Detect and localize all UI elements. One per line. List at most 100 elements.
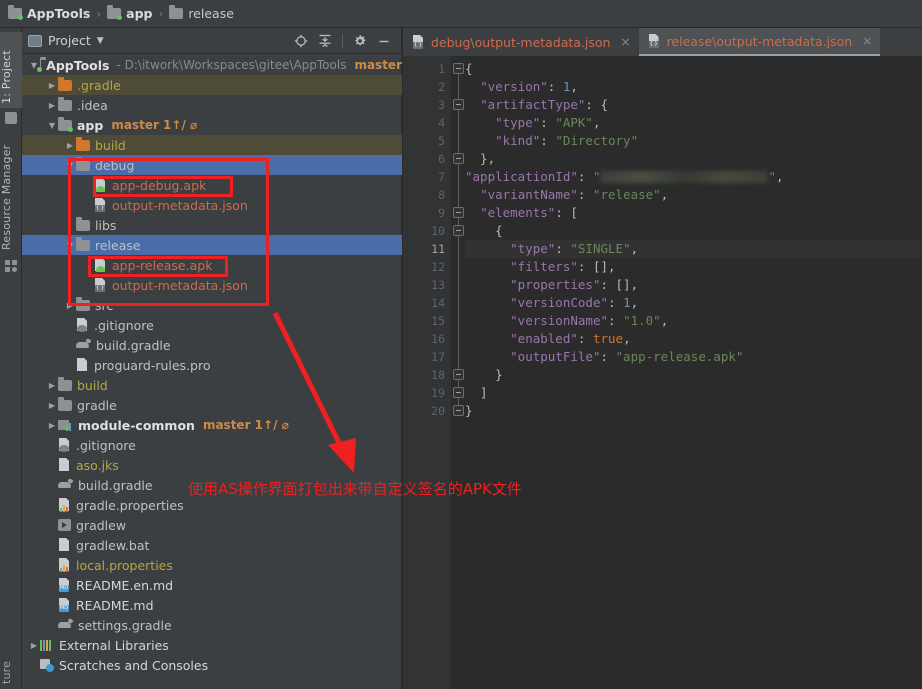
code-line[interactable]: "versionCode": 1, [465, 294, 922, 312]
tree-row-local-properties[interactable]: local.properties [22, 555, 402, 575]
fold-end-icon[interactable] [453, 369, 464, 380]
tree-row-label: gradlew.bat [76, 537, 150, 553]
text-file-icon [58, 538, 71, 552]
tree-row-readme-en-md[interactable]: MD README.en.md [22, 575, 402, 595]
tree-row-src-dir[interactable]: ▶ src [22, 295, 402, 315]
tool-window-tab-resource-manager[interactable]: Resource Manager [0, 132, 22, 254]
fold-end-icon[interactable] [453, 405, 464, 416]
tree-row-apptools-root[interactable]: ▼ AppTools - D:\itwork\Workspaces\gitee\Ap… [22, 55, 402, 75]
code-line[interactable]: "enabled": true, [465, 330, 922, 348]
tree-row-root-gitignore[interactable]: .gitignore [22, 435, 402, 455]
code-folding-column[interactable] [451, 56, 481, 689]
tree-row-scratches[interactable]: Scratches and Consoles [22, 655, 402, 675]
code-line[interactable]: }, [465, 150, 922, 168]
chevron-down-icon[interactable]: ▼ [64, 161, 76, 170]
tree-row-gradlew-bat[interactable]: gradlew.bat [22, 535, 402, 555]
fold-collapse-icon[interactable] [453, 207, 464, 218]
tree-row-debug-dir[interactable]: ▼ debug [22, 155, 402, 175]
close-icon[interactable]: × [862, 34, 872, 48]
fold-collapse-icon[interactable] [453, 99, 464, 110]
chevron-down-icon[interactable]: ▼ [64, 241, 76, 250]
tree-row-label: README.en.md [76, 577, 174, 593]
code-line[interactable]: "properties": [], [465, 276, 922, 294]
editor-tab-release-metadata[interactable]: { } release\output-metadata.json × [638, 28, 881, 56]
tool-window-tab-structure[interactable]: ture [0, 628, 22, 688]
tree-row-build-dir[interactable]: ▶ build [22, 135, 402, 155]
fold-collapse-icon[interactable] [453, 63, 464, 74]
code-line[interactable]: } [465, 402, 922, 420]
code-line[interactable]: "kind": "Directory" [465, 132, 922, 150]
code-line[interactable]: "type": "APK", [465, 114, 922, 132]
breadcrumb-item-apptools[interactable]: AppTools [8, 5, 90, 21]
chevron-right-icon[interactable]: ▶ [46, 381, 58, 390]
chevron-right-icon[interactable]: ▶ [46, 401, 58, 410]
editor-tab-debug-metadata[interactable]: { } debug\output-metadata.json × [403, 28, 639, 56]
chevron-right-icon[interactable]: ▶ [46, 101, 58, 110]
code-line[interactable]: { [465, 60, 922, 78]
breadcrumb-label: app [126, 6, 153, 21]
code-line[interactable]: "variantName": "release", [465, 186, 922, 204]
gear-icon[interactable] [353, 34, 367, 48]
tree-row-label: build [77, 377, 108, 393]
tool-window-tab-project[interactable]: 1: Project [0, 32, 22, 108]
tree-row-app-module[interactable]: ▼ app master 1↑/ ⌀ [22, 115, 402, 135]
tree-row-module-common[interactable]: ▶ module-common master 1↑/ ⌀ [22, 415, 402, 435]
code-line[interactable]: "artifactType": { [465, 96, 922, 114]
chevron-right-icon[interactable]: ▶ [28, 641, 40, 650]
tree-row-release-dir[interactable]: ▼ release [22, 235, 402, 255]
code-line[interactable]: } [465, 366, 922, 384]
chevron-right-icon[interactable]: ▶ [64, 301, 76, 310]
code-line[interactable]: ] [465, 384, 922, 402]
chevron-right-icon[interactable]: ▶ [46, 81, 58, 90]
tree-row-libs-dir[interactable]: libs [22, 215, 402, 235]
collapse-all-icon[interactable] [318, 34, 332, 48]
code-editor[interactable]: 1 2 3 4 5 6 7 8 9 10 11 12 13 14 15 16 17 18 19 20 { "versi… [403, 56, 922, 689]
chevron-right-icon[interactable]: ▶ [46, 421, 58, 430]
tree-row-readme-md[interactable]: MD README.md [22, 595, 402, 615]
chevron-down-icon[interactable]: ▼ [97, 36, 104, 46]
tree-row-app-gitignore[interactable]: .gitignore [22, 315, 402, 335]
folder-icon [76, 296, 90, 311]
code-line[interactable]: "elements": [ [465, 204, 922, 222]
code-line-text: "version": 1, [480, 79, 578, 94]
tree-row-root-build-dir[interactable]: ▶ build [22, 375, 402, 395]
tree-row-aso-jks[interactable]: aso.jks [22, 455, 402, 475]
fold-end-icon[interactable] [453, 153, 464, 164]
fold-collapse-icon[interactable] [453, 225, 464, 236]
tree-row-gradle-wrapper[interactable]: ▶ gradle [22, 395, 402, 415]
minimize-icon[interactable] [377, 34, 391, 48]
locate-icon[interactable] [294, 34, 308, 48]
close-icon[interactable]: × [620, 35, 630, 49]
tree-row-app-debug-apk[interactable]: app-debug.apk [22, 175, 402, 195]
fold-end-icon[interactable] [453, 387, 464, 398]
tree-row-release-metadata[interactable]: { } output-metadata.json [22, 275, 402, 295]
project-tree[interactable]: ▼ AppTools - D:\itwork\Workspaces\gitee\Ap… [22, 55, 402, 689]
code-line[interactable]: "outputFile": "app-release.apk" [465, 348, 922, 366]
tree-row-debug-metadata[interactable]: { } output-metadata.json [22, 195, 402, 215]
tree-row-idea-dir[interactable]: ▶ .idea [22, 95, 402, 115]
tree-row-app-build-gradle[interactable]: build.gradle [22, 335, 402, 355]
tree-row-settings-gradle[interactable]: settings.gradle [22, 615, 402, 635]
tree-row-gradle-dir[interactable]: ▶ .gradle [22, 75, 402, 95]
code-line[interactable]: { [465, 222, 922, 240]
code-line-text: "outputFile": "app-release.apk" [510, 349, 744, 364]
tree-row-proguard-rules[interactable]: proguard-rules.pro [22, 355, 402, 375]
line-number: 4 [438, 116, 445, 130]
code-line[interactable]: "applicationId": " ", [465, 168, 922, 186]
code-line-text: "filters": [], [510, 259, 616, 274]
code-line[interactable]: "versionName": "1.0", [465, 312, 922, 330]
breadcrumb-item-release[interactable]: release [169, 5, 234, 21]
tree-row-gradlew[interactable]: gradlew [22, 515, 402, 535]
code-content[interactable]: { "version": 1, "artifactType": { "type"… [465, 56, 922, 689]
tree-row-app-release-apk[interactable]: app-release.apk [22, 255, 402, 275]
code-line[interactable]: "version": 1, [465, 78, 922, 96]
line-number: 10 [431, 224, 445, 238]
chevron-right-icon[interactable]: ▶ [64, 141, 76, 150]
tree-row-external-libs[interactable]: ▶ External Libraries [22, 635, 402, 655]
tree-row-label: Scratches and Consoles [59, 657, 209, 673]
library-module-icon [58, 419, 73, 431]
code-line[interactable]: "filters": [], [465, 258, 922, 276]
breadcrumb-item-app[interactable]: app [107, 5, 153, 21]
chevron-down-icon[interactable]: ▼ [46, 121, 58, 130]
code-line[interactable]: "type": "SINGLE", [465, 240, 922, 258]
